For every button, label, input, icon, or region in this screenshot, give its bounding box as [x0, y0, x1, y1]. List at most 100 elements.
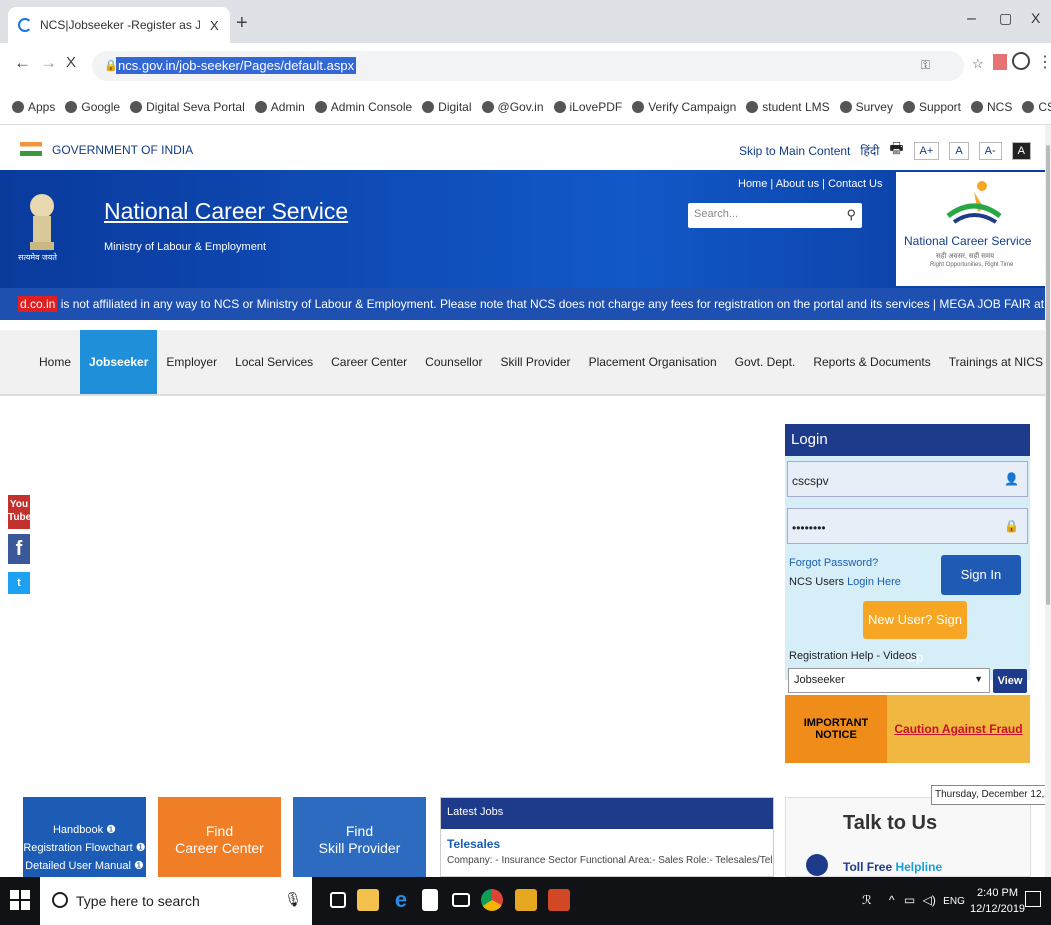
caution-fraud-link[interactable]: Caution Against Fraud [887, 695, 1030, 763]
handbook-link[interactable]: Handbook ❶ [23, 821, 146, 839]
bookmark-item[interactable]: Digital [422, 100, 472, 114]
chevron-up-icon[interactable]: ^ [889, 893, 895, 907]
sign-up-button[interactable]: New User? Sign Up [863, 601, 967, 665]
facebook-icon[interactable]: f [8, 534, 30, 564]
youtube-icon[interactable]: You Tube [8, 495, 31, 529]
site-subtitle: Ministry of Labour & Employment [104, 241, 267, 253]
find-career-center-tile[interactable]: Find Career Center [158, 797, 281, 877]
toll-free-text[interactable]: Toll Free Helpline [843, 860, 942, 874]
flowchart-link[interactable]: Registration Flowchart ❶ [23, 839, 146, 857]
search-icon[interactable]: ⚲ [846, 207, 856, 223]
edge-icon[interactable]: e [390, 889, 412, 911]
volume-icon[interactable]: ◁) [923, 893, 936, 907]
menu-kebab-icon[interactable]: ⋮ [1037, 52, 1051, 72]
star-icon[interactable]: ☆ [972, 56, 984, 72]
person-icon[interactable]: ℛ [862, 893, 872, 907]
skip-to-main-link[interactable]: Skip to Main Content [739, 144, 850, 158]
bookmark-item[interactable]: Apps [12, 100, 55, 114]
scrollbar-thumb[interactable] [1046, 145, 1050, 605]
twitter-icon[interactable]: t [8, 572, 30, 594]
bookmark-item[interactable]: Support [902, 100, 961, 114]
nav-item[interactable]: Counsellor [416, 330, 491, 394]
nav-item[interactable]: Local Services [226, 330, 322, 394]
bookmark-item[interactable]: iLovePDF [553, 100, 622, 114]
username-field[interactable]: cscspv 👤 [787, 461, 1028, 497]
photos-icon[interactable] [515, 889, 537, 911]
pdf-extension-icon[interactable] [993, 54, 1007, 70]
language-indicator[interactable]: ENG [943, 896, 965, 907]
nav-item[interactable]: Home [30, 330, 80, 394]
view-button[interactable]: View [993, 669, 1027, 693]
file-explorer-icon[interactable] [357, 889, 379, 911]
high-contrast-button[interactable]: A [1011, 141, 1031, 160]
password-field[interactable]: •••••••• 🔒 [787, 508, 1028, 544]
news-ticker[interactable]: d.co.in is not affiliated in any way to … [0, 288, 1045, 320]
bookmark-label: NCS [987, 99, 1013, 114]
national-emblem-icon [30, 194, 54, 250]
site-search-input[interactable]: Search... ⚲ [688, 203, 862, 228]
top-links[interactable]: Home | About us | Contact Us [738, 178, 883, 190]
taskbar-clock[interactable]: 2:40 PM 12/12/2019 [970, 885, 1025, 917]
nav-item[interactable]: Govt. Dept. [726, 330, 805, 394]
stop-button[interactable]: X [66, 54, 76, 71]
bookmark-item[interactable]: @Gov.in [481, 100, 544, 114]
bookmark-item[interactable]: Verify Campaign [632, 100, 736, 114]
forward-button[interactable]: → [40, 53, 57, 73]
site-title[interactable]: National Career Service [104, 198, 348, 225]
nav-item[interactable]: Trainings at NICS [940, 330, 1045, 394]
address-bar[interactable]: 🔒 ncs.gov.in/job-seeker/Pages/default.as… [92, 51, 964, 81]
powerpoint-icon[interactable] [548, 889, 570, 911]
nav-item[interactable]: Skill Provider [492, 330, 580, 394]
task-view-icon[interactable] [330, 892, 346, 908]
bookmark-item[interactable]: student LMS [746, 100, 830, 114]
tab-close-button[interactable]: X [210, 18, 219, 33]
nav-item[interactable]: Placement Organisation [580, 330, 726, 394]
bookmark-icon [553, 100, 566, 113]
network-icon[interactable]: ▭ [904, 893, 915, 907]
mail-icon[interactable] [452, 893, 470, 907]
login-here-link[interactable]: Login Here [847, 576, 901, 588]
new-tab-button[interactable]: + [236, 12, 248, 35]
font-decrease-button[interactable]: A- [978, 141, 1002, 160]
nav-item[interactable]: Career Center [322, 330, 416, 394]
job-title-link[interactable]: Telesales [441, 829, 773, 851]
bookmark-item[interactable]: Digital Seva Portal [130, 100, 245, 114]
nav-item[interactable]: Employer [157, 330, 226, 394]
url-text[interactable]: ncs.gov.in/job-seeker/Pages/default.aspx [116, 57, 357, 74]
restore-button[interactable]: ▢ [999, 10, 1012, 27]
bookmark-item[interactable]: Admin [254, 100, 305, 114]
bookmark-icon [12, 100, 24, 113]
latest-jobs-heading: Latest Jobs [441, 798, 773, 829]
registration-help-select[interactable]: Jobseeker ▼ [788, 668, 990, 693]
bookmark-item[interactable]: Survey [839, 100, 893, 114]
sign-in-button[interactable]: Sign In [941, 555, 1021, 595]
hindi-link[interactable]: हिंदी [860, 142, 879, 159]
font-increase-button[interactable]: A+ [913, 141, 940, 160]
store-icon[interactable] [422, 889, 438, 911]
bookmark-item[interactable]: CSCHumanities [1022, 100, 1051, 114]
browser-tab[interactable]: NCS|Jobseeker -Register as Jobse X [8, 7, 230, 43]
taskbar-search[interactable]: Type here to search 🎙 [40, 877, 312, 925]
windows-start-icon[interactable] [10, 890, 30, 910]
back-button[interactable]: ← [14, 53, 31, 73]
key-icon[interactable]: ⚿ [921, 58, 930, 73]
profile-icon[interactable] [1012, 52, 1030, 70]
minimize-button[interactable]: – [967, 10, 976, 28]
forgot-password-link[interactable]: Forgot Password? [789, 557, 878, 569]
nav-item[interactable]: Jobseeker [80, 330, 158, 394]
bookmark-item[interactable]: Google [65, 100, 120, 114]
font-normal-button[interactable]: A [949, 141, 969, 160]
chrome-icon[interactable] [481, 889, 503, 911]
notification-icon[interactable] [1025, 891, 1041, 907]
close-window-button[interactable]: X [1031, 10, 1040, 26]
find-skill-provider-tile[interactable]: Find Skill Provider [293, 797, 426, 877]
bookmark-item[interactable]: Admin Console [314, 100, 412, 114]
gov-label: GOVERNMENT OF INDIA [52, 143, 194, 157]
microphone-icon[interactable]: 🎙 [284, 891, 302, 908]
nav-item[interactable]: Reports & Documents [804, 330, 939, 394]
user-manual-link[interactable]: Detailed User Manual ❶ [23, 857, 146, 875]
login-panel: Login cscspv 👤 •••••••• 🔒 Forgot Passwor… [785, 424, 1030, 693]
print-icon[interactable]: 🖶 [889, 138, 903, 163]
bookmark-label: Verify Campaign [648, 99, 737, 114]
bookmark-item[interactable]: NCS [971, 100, 1012, 114]
